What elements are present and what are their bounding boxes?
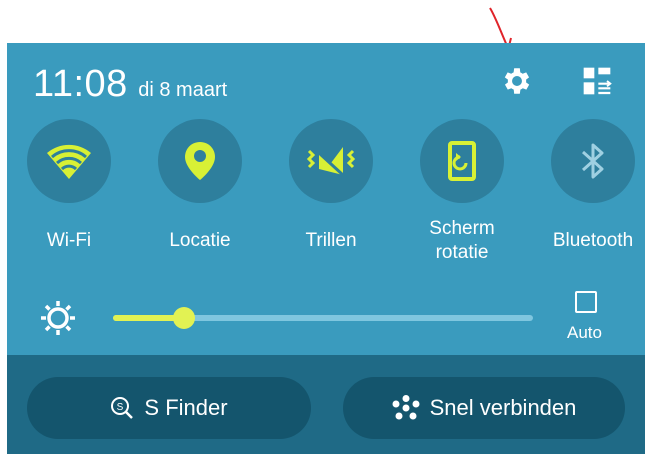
auto-brightness-label: Auto [567, 323, 602, 342]
clock-date: di 8 maart [138, 79, 228, 101]
wifi-label: Wi-Fi [46, 230, 92, 251]
toggle-location[interactable]: Locatie [140, 119, 260, 253]
bluetooth-toggle-button[interactable] [551, 119, 635, 203]
s-finder-search-icon: S [111, 397, 134, 419]
vibrate-toggle-button[interactable] [289, 119, 373, 203]
svg-text:S: S [117, 402, 124, 413]
rotation-label-line1: Scherm [429, 218, 495, 239]
bluetooth-label: Bluetooth [552, 230, 634, 251]
clock-time: 11:08 [33, 63, 128, 105]
toggle-wifi[interactable]: Wi-Fi [9, 119, 129, 253]
brightness-slider-thumb[interactable] [173, 307, 196, 329]
location-pin-icon [185, 142, 215, 180]
rotation-label: Scherm rotatie [402, 217, 522, 265]
grid-edit-icon[interactable] [577, 61, 617, 101]
quick-connect-button[interactable]: Snel verbinden [343, 377, 625, 439]
rotation-toggle-button[interactable] [420, 119, 504, 203]
auto-brightness-checkbox[interactable] [575, 291, 597, 313]
bluetooth-icon [581, 143, 604, 179]
vibrate-icon [306, 147, 356, 177]
quick-connect-label: Snel verbinden [429, 395, 577, 420]
settings-gear-icon[interactable] [497, 61, 537, 101]
quick-settings-panel: 11:08 di 8 maart Wi-Fi Locatie Trillen S… [7, 43, 645, 454]
status-time-date: 11:08 di 8 maart [33, 63, 227, 106]
brightness-sun-icon [41, 301, 75, 335]
wifi-toggle-button[interactable] [27, 119, 111, 203]
toggle-bluetooth[interactable]: Bluetooth [533, 119, 645, 253]
s-finder-button[interactable]: S S Finder [27, 377, 311, 439]
wifi-icon [47, 144, 91, 179]
s-finder-label: S Finder [144, 395, 228, 420]
toggle-vibrate[interactable]: Trillen [271, 119, 391, 253]
vibrate-label: Trillen [305, 230, 357, 251]
rotation-label-line2: rotatie [435, 242, 489, 263]
bottom-action-bar: S S Finder Snel verbinden [7, 355, 645, 454]
screen-rotation-icon [448, 141, 476, 181]
quick-connect-icon [392, 395, 420, 420]
location-label: Locatie [169, 230, 231, 251]
brightness-row: Auto [7, 291, 645, 351]
location-toggle-button[interactable] [158, 119, 242, 203]
toggle-screen-rotation[interactable]: Scherm rotatie [402, 119, 522, 265]
